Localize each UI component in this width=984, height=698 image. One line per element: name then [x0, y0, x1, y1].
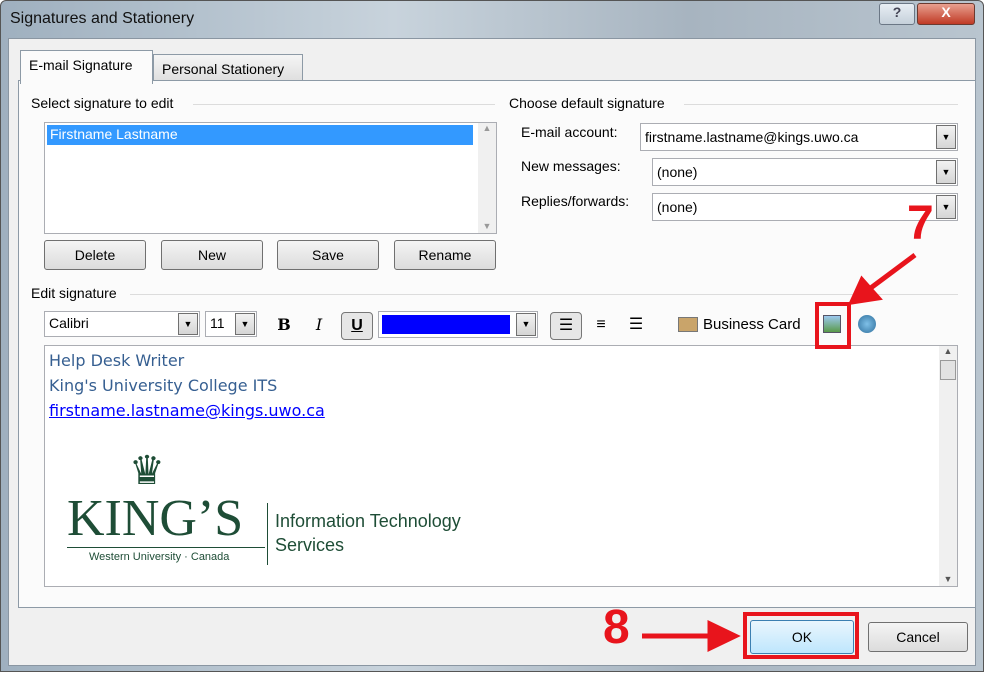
arrow-7 [866, 252, 917, 293]
tab-email-signature[interactable]: E-mail Signature [20, 50, 153, 84]
annotation-arrows [642, 252, 917, 652]
arrow-8-head [707, 620, 741, 652]
